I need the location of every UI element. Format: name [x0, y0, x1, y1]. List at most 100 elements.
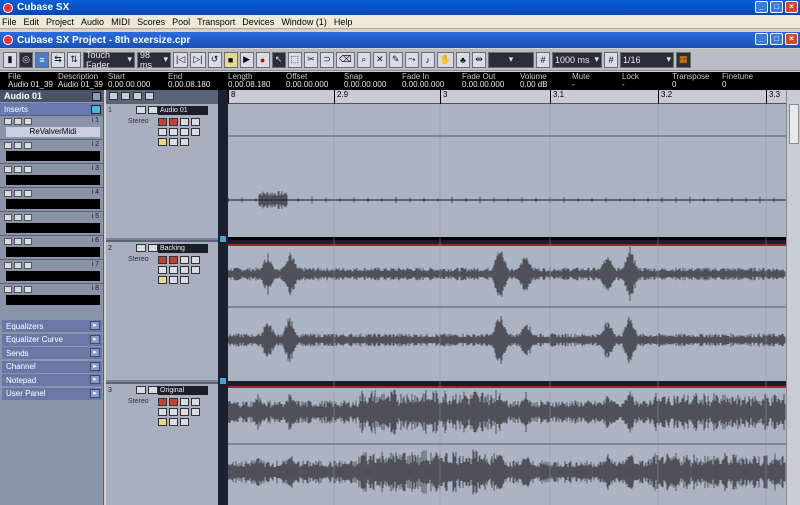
infoline-value[interactable]: 0.00.08.180 [228, 81, 270, 89]
range-selection-tool-icon[interactable]: ⬚ [287, 51, 303, 68]
edit-insert-icon[interactable] [14, 238, 22, 245]
record-enable-button[interactable] [158, 256, 167, 264]
menu-scores[interactable]: Scores [137, 17, 165, 27]
close-button[interactable]: × [785, 1, 798, 13]
insert-slot-plugin[interactable] [6, 247, 100, 257]
menu-midi[interactable]: MIDI [111, 17, 130, 27]
menu-edit[interactable]: Edit [24, 17, 40, 27]
erase-tool-icon[interactable]: ⌫ [336, 51, 355, 68]
show-lanes-button[interactable] [180, 138, 189, 146]
cycle-button[interactable]: ↺ [207, 51, 222, 68]
minimize-button[interactable]: _ [755, 1, 768, 13]
lane-button[interactable] [169, 408, 178, 416]
freeze-button[interactable] [180, 266, 189, 274]
project-minimize-button[interactable]: _ [755, 33, 768, 45]
bypass-icon[interactable] [4, 214, 12, 221]
track-original[interactable]: 3 Original Stereo [106, 382, 218, 505]
go-to-start-button[interactable]: |◁ [173, 51, 189, 68]
split-tool-icon[interactable]: ✂ [304, 51, 319, 68]
inspector-section-channel[interactable]: Channel ▸ [2, 360, 102, 373]
freeze-button[interactable] [180, 408, 189, 416]
edit-channel-button[interactable] [158, 266, 167, 274]
infoline-field-file[interactable]: File Audio 01_39 [8, 73, 53, 89]
infoline-value[interactable]: 0.00.00.000 [286, 81, 328, 89]
infoline-value[interactable]: 0.00.00.000 [344, 81, 386, 89]
inserts-section-header[interactable]: Inserts [0, 103, 103, 115]
infoline-field-fade-in[interactable]: Fade In 0.00.00.000 [402, 73, 444, 89]
mute-button[interactable] [136, 386, 146, 394]
zoom-tool-icon[interactable]: ⌕ [356, 51, 371, 68]
bypass-icon[interactable] [4, 286, 12, 293]
edit-insert-icon[interactable] [14, 214, 22, 221]
play-button[interactable]: ▶ [239, 51, 254, 68]
bypass-icon[interactable] [4, 142, 12, 149]
bypass-icon[interactable] [4, 118, 12, 125]
write-automation-button[interactable] [191, 398, 200, 406]
color-tool-icon[interactable]: ♣ [456, 51, 470, 68]
hand-tool-icon[interactable]: ✋ [436, 51, 454, 68]
menu-file[interactable]: File [2, 17, 17, 27]
inserts-bypass-button[interactable] [191, 408, 200, 416]
insert-slot[interactable]: i 4 [0, 187, 103, 211]
project-maximize-button[interactable]: □ [770, 33, 783, 45]
insert-slot[interactable]: i 1 ReValverMidi [0, 115, 103, 139]
menu-project[interactable]: Project [46, 17, 74, 27]
inspector-section-sends[interactable]: Sends ▸ [2, 347, 102, 359]
edit-channel-button[interactable] [158, 128, 167, 136]
monitor-button[interactable] [169, 118, 178, 126]
quantize-icon[interactable]: # [604, 51, 618, 68]
infoline-field-fade-out[interactable]: Fade Out 0.00.00.000 [462, 73, 504, 89]
section-expand-icon[interactable]: ▸ [90, 334, 100, 344]
inserts-bypass-button[interactable] [191, 128, 200, 136]
maximize-button[interactable]: □ [770, 1, 783, 13]
go-to-end-button[interactable]: ▷| [190, 51, 206, 68]
bypass-icon[interactable] [4, 238, 12, 245]
menu-transport[interactable]: Transport [197, 17, 235, 27]
show-inspector-icon[interactable]: ≡ [35, 51, 49, 68]
section-expand-icon[interactable]: ▸ [90, 348, 100, 357]
infoline-field-start[interactable]: Start 0.00.00.000 [108, 73, 150, 89]
nudge-value-select[interactable]: 1000 ms ▾ [552, 51, 602, 68]
track-list-menu-icon[interactable] [109, 92, 118, 100]
insert-slot[interactable]: i 7 [0, 259, 103, 283]
insert-slot[interactable]: i 8 [0, 283, 103, 307]
menu-devices[interactable]: Devices [242, 17, 274, 27]
play-tool-icon[interactable]: ♪ [420, 51, 435, 68]
menu-window[interactable]: Window (1) [281, 17, 327, 27]
arrange-area[interactable] [228, 104, 786, 505]
color-palette-icon[interactable]: ▦ [676, 51, 691, 68]
bypass-icon[interactable] [4, 166, 12, 173]
inserts-bypass-button[interactable] [191, 266, 200, 274]
inspector-section-notepad[interactable]: Notepad ▸ [2, 374, 102, 386]
menu-audio[interactable]: Audio [81, 17, 104, 27]
insert-slot-plugin[interactable] [6, 295, 100, 305]
show-infoline-icon[interactable]: ⇆ [51, 51, 65, 68]
infoline-value[interactable]: Audio 01_39 [8, 81, 53, 89]
time-warp-tool-icon[interactable]: ⤳ [404, 51, 419, 68]
glue-tool-icon[interactable]: ⊃ [320, 51, 335, 68]
infoline-field-transpose[interactable]: Transpose 0 [672, 73, 710, 89]
track-list-edit-icon[interactable] [145, 92, 154, 100]
edit-insert-icon[interactable] [14, 142, 22, 149]
show-overview-icon[interactable]: ⇅ [67, 51, 81, 68]
write-automation-button[interactable] [191, 256, 200, 264]
timebase-button[interactable] [169, 276, 178, 284]
track-list-solo-icon[interactable] [133, 92, 142, 100]
insert-slot-plugin[interactable] [6, 199, 100, 209]
insert-power-icon[interactable] [24, 214, 32, 221]
activate-project-button[interactable]: ▮ [3, 51, 17, 68]
read-automation-button[interactable] [180, 118, 189, 126]
infoline-field-mute[interactable]: Mute - [572, 73, 590, 89]
read-automation-button[interactable] [180, 398, 189, 406]
lock-button[interactable] [158, 276, 167, 284]
solo-button[interactable] [148, 386, 158, 394]
menu-help[interactable]: Help [334, 17, 353, 27]
edit-channel-button[interactable] [158, 408, 167, 416]
vertical-scrollbar[interactable] [786, 90, 800, 505]
lock-button[interactable] [158, 418, 167, 426]
infoline-field-end[interactable]: End 0.00.08.180 [168, 73, 210, 89]
timebase-button[interactable] [169, 418, 178, 426]
inspector-section-user-panel[interactable]: User Panel ▸ [2, 387, 102, 400]
infoline-field-volume[interactable]: Volume 0.00 dB [520, 73, 548, 89]
inserts-toggle-icon[interactable] [91, 104, 101, 114]
